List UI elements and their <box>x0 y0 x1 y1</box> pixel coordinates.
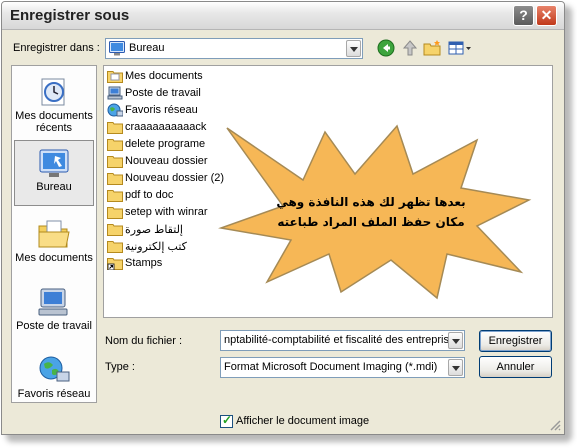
folder-icon <box>107 207 123 219</box>
list-item[interactable]: pdf to doc <box>107 187 173 203</box>
file-name: Nouveau dossier (2) <box>125 172 225 184</box>
file-name: Stamps <box>125 257 163 269</box>
file-name: Nouveau dossier <box>125 155 208 167</box>
folder-icon <box>107 139 123 151</box>
save-as-dialog: Enregistrer sous ? ✕ Enregistrer dans : … <box>1 1 565 435</box>
filetype-label: Type : <box>105 361 135 373</box>
folder-icon <box>107 71 123 83</box>
folder-icon <box>107 122 123 134</box>
shortcut-folder-icon <box>107 258 123 270</box>
computer-icon <box>107 86 123 100</box>
views-menu-button[interactable] <box>448 38 472 58</box>
folder-icon <box>107 224 123 236</box>
folder-icon <box>107 241 123 253</box>
save-button[interactable]: Enregistrer <box>479 330 552 352</box>
show-document-label: Afficher le document image <box>236 415 370 427</box>
place-label: Mes documents récents <box>15 110 93 134</box>
chevron-down-icon[interactable] <box>346 40 361 57</box>
file-name: pdf to doc <box>125 189 174 201</box>
folder-icon <box>107 156 123 168</box>
place-label: Bureau <box>36 181 72 193</box>
callout-text: بعدها تظهر لك هذه النافذة وهي مكان حفظ ا… <box>256 192 486 232</box>
place-label: Favoris réseau <box>17 388 91 400</box>
my-documents-icon <box>38 220 70 248</box>
callout-line-2: مكان حفظ الملف المراد طباعته <box>277 215 465 229</box>
callout-line-1: بعدها تظهر لك هذه النافذة وهي <box>276 195 466 209</box>
list-item[interactable]: Poste de travail <box>107 85 201 101</box>
place-label: Mes documents <box>15 252 93 264</box>
network-places-icon <box>39 356 70 382</box>
place-label: Poste de travail <box>16 320 92 332</box>
new-folder-icon <box>423 40 441 56</box>
chevron-down-icon[interactable] <box>448 359 463 376</box>
list-item[interactable]: Nouveau dossier (2) <box>107 170 224 186</box>
list-item[interactable]: setep with winrar <box>107 204 208 220</box>
filename-value: nptabilité-comptabilité et fiscalité des… <box>224 334 449 346</box>
network-icon <box>107 103 123 117</box>
list-item[interactable]: Nouveau dossier <box>107 153 208 169</box>
show-document-checkbox[interactable] <box>220 413 233 428</box>
list-item[interactable]: Stamps <box>107 255 162 271</box>
file-name: Favoris réseau <box>125 104 198 116</box>
filetype-value: Format Microsoft Document Imaging (*.mdi… <box>224 361 438 373</box>
up-arrow-icon <box>402 40 418 56</box>
chevron-down-icon[interactable] <box>448 332 463 349</box>
folder-icon <box>107 190 123 202</box>
list-item[interactable]: Mes documents <box>107 68 203 84</box>
place-recent-documents[interactable]: Mes documents récents <box>14 70 94 136</box>
list-item[interactable]: craaaaaaaaaack <box>107 119 206 135</box>
save-in-label: Enregistrer dans : <box>13 42 100 54</box>
file-name: إلتقاط صورة <box>125 223 183 236</box>
window-title: Enregistrer sous <box>10 7 130 24</box>
new-folder-button[interactable] <box>423 38 443 58</box>
places-bar: Mes documents récents Bureau Mes documen… <box>11 65 97 403</box>
close-button[interactable]: ✕ <box>536 5 557 26</box>
desktop-icon <box>39 149 69 177</box>
desktop-icon <box>109 41 125 56</box>
list-item[interactable]: إلتقاط صورة <box>107 221 183 237</box>
back-arrow-icon <box>377 39 395 57</box>
filetype-dropdown[interactable]: Format Microsoft Document Imaging (*.mdi… <box>220 357 465 378</box>
file-name: كتب إلكترونية <box>125 240 187 253</box>
list-item[interactable]: delete programe <box>107 136 205 152</box>
file-name: Poste de travail <box>125 87 201 99</box>
place-my-computer[interactable]: Poste de travail <box>14 280 94 346</box>
cancel-button[interactable]: Annuler <box>479 356 552 378</box>
place-network[interactable]: Favoris réseau <box>14 348 94 402</box>
my-computer-icon <box>38 288 68 316</box>
file-name: delete programe <box>125 138 206 150</box>
filename-label: Nom du fichier : <box>105 335 183 347</box>
title-bar: Enregistrer sous ? ✕ <box>2 2 564 30</box>
list-item[interactable]: كتب إلكترونية <box>107 238 187 254</box>
recent-documents-icon <box>41 78 65 106</box>
help-button[interactable]: ? <box>513 5 534 26</box>
up-folder-button[interactable] <box>400 38 420 58</box>
file-name: setep with winrar <box>125 206 208 218</box>
file-name: craaaaaaaaaack <box>125 121 207 133</box>
place-desktop[interactable]: Bureau <box>14 140 94 206</box>
resize-grip-icon[interactable] <box>549 419 561 431</box>
save-in-value: Bureau <box>129 42 165 54</box>
filename-input[interactable]: nptabilité-comptabilité et fiscalité des… <box>220 330 465 351</box>
save-in-dropdown[interactable]: Bureau <box>105 38 363 59</box>
back-button[interactable] <box>376 38 396 58</box>
folder-icon <box>107 173 123 185</box>
list-item[interactable]: Favoris réseau <box>107 102 198 118</box>
view-grid-icon <box>448 41 471 55</box>
place-my-documents[interactable]: Mes documents <box>14 212 94 278</box>
file-name: Mes documents <box>125 70 203 82</box>
